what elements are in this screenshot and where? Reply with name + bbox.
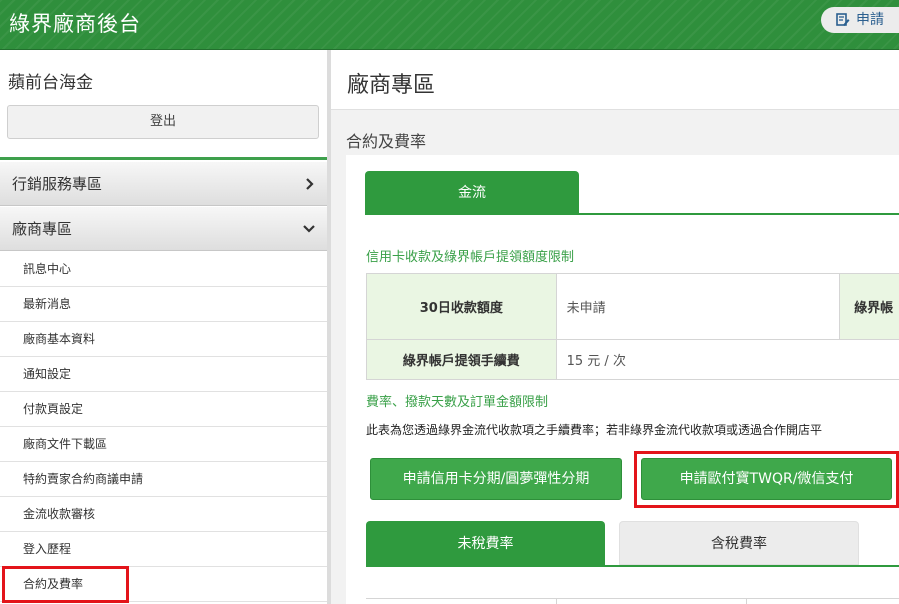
limits-table: 30日收款額度 未申請 綠界帳 綠界帳戶提領手續費 15 元 / 次	[366, 273, 899, 380]
table-cell-value: 15 元 / 次	[555, 339, 899, 380]
page-title: 廠商專區	[347, 73, 436, 98]
top-bar: 綠界廠商後台 申請	[0, 0, 899, 50]
table-cell-head: 綠界帳戶提領手續費	[366, 339, 557, 380]
highlight-box-contract-rates	[2, 566, 129, 603]
sidebar-item-merchant-info[interactable]: 廠商基本資料	[0, 322, 327, 357]
page-title-bar: 廠商專區	[331, 50, 899, 110]
rate-tab-underline	[366, 565, 899, 567]
section-title: 合約及費率	[346, 132, 427, 151]
limits-title: 信用卡收款及綠界帳戶提領額度限制	[366, 250, 575, 265]
table-column-rule	[746, 599, 747, 604]
sidebar-item-news[interactable]: 最新消息	[0, 287, 327, 322]
tab-rate-including-tax[interactable]: 含稅費率	[619, 521, 859, 565]
fees-title: 費率、撥款天數及訂單金額限制	[366, 395, 549, 410]
sidebar-divider-rule	[0, 157, 327, 160]
sidebar-section-label: 廠商專區	[12, 220, 73, 238]
edit-document-icon	[836, 13, 850, 26]
tab-payment-flow[interactable]: 金流	[365, 171, 579, 213]
merchant-name: 蘋前台海金	[8, 73, 93, 93]
sidebar: 蘋前台海金 登出 行銷服務專區 廠商專區 訊息中心 最新消息 廠商基本資料 通知…	[0, 50, 327, 604]
apply-label: 申請	[856, 12, 884, 28]
sidebar-item-payment-page-settings[interactable]: 付款頁設定	[0, 392, 327, 427]
apply-installment-button[interactable]: 申請信用卡分期/圓夢彈性分期	[370, 458, 622, 500]
table-cell-head: 30日收款額度	[366, 273, 557, 340]
sidebar-item-login-history[interactable]: 登入歷程	[0, 532, 327, 567]
sidebar-item-document-download[interactable]: 廠商文件下載區	[0, 427, 327, 462]
tab-underline	[365, 213, 899, 215]
sidebar-item-payment-review[interactable]: 金流收款審核	[0, 497, 327, 532]
sidebar-item-contract-negotiation[interactable]: 特約賣家合約商議申請	[0, 462, 327, 497]
sidebar-section-merchant[interactable]: 廠商專區	[0, 207, 327, 251]
fees-note: 此表為您透過綠界金流代收款項之手續費率；若非綠界金流代收款項或透過合作開店平	[366, 423, 823, 437]
table-column-rule	[556, 599, 557, 604]
table-cell-head: 綠界帳	[839, 273, 899, 340]
sidebar-section-marketing[interactable]: 行銷服務專區	[0, 162, 327, 206]
table-cell-value: 未申請	[555, 273, 841, 340]
logout-button[interactable]: 登出	[7, 105, 319, 139]
sidebar-item-message-center[interactable]: 訊息中心	[0, 252, 327, 287]
sidebar-section-label: 行銷服務專區	[12, 175, 103, 193]
tab-rate-excluding-tax[interactable]: 未稅費率	[366, 521, 605, 565]
apply-button[interactable]: 申請	[821, 7, 899, 33]
highlight-box-alipay-button	[634, 451, 899, 508]
rate-table-top	[366, 598, 899, 604]
brand-title: 綠界廠商後台	[9, 12, 141, 36]
sidebar-item-notification-settings[interactable]: 通知設定	[0, 357, 327, 392]
